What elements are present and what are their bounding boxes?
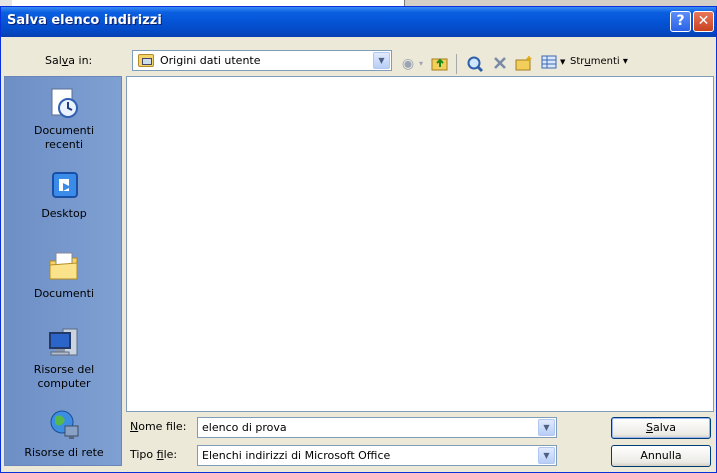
search-web-icon[interactable] (466, 55, 484, 73)
filename-value: elenco di prova (202, 421, 287, 434)
save-in-label: Salva in: (45, 54, 93, 67)
filename-label: Nome file: (130, 420, 187, 433)
new-folder-icon[interactable] (515, 55, 533, 73)
cancel-button[interactable]: Annulla (611, 445, 711, 467)
views-icon[interactable] (540, 55, 558, 73)
tools-menu[interactable]: Strumenti ▾ (570, 56, 628, 67)
up-folder-icon[interactable] (431, 55, 449, 73)
place-label: Risorse del computer (33, 363, 95, 390)
my-documents-icon (47, 249, 81, 283)
place-label: Documenti (33, 287, 95, 300)
recent-documents-icon (47, 86, 81, 120)
toolbar-separator (456, 54, 457, 74)
place-my-documents[interactable]: Documenti (5, 249, 123, 301)
save-in-combo[interactable]: Origini dati utente ▼ (132, 50, 392, 71)
filetype-select[interactable]: Elenchi indirizzi di Microsoft Office ▼ (197, 445, 557, 466)
place-my-computer[interactable]: Risorse del computer (5, 325, 123, 391)
delete-icon[interactable] (491, 55, 509, 73)
places-bar: Documenti recenti Desktop Documenti Risor… (4, 76, 122, 466)
place-network[interactable]: Risorse di rete (5, 408, 123, 460)
save-in-value: Origini dati utente (160, 54, 261, 67)
place-label: Desktop (41, 207, 87, 220)
place-recent-documents[interactable]: Documenti recenti (5, 86, 123, 152)
place-label: Risorse di rete (24, 446, 104, 459)
save-button[interactable]: Salva (611, 417, 711, 439)
file-list[interactable] (126, 76, 714, 412)
tools-dropdown-icon: ▾ (622, 56, 628, 67)
chevron-down-icon[interactable]: ▼ (538, 447, 555, 464)
filetype-value: Elenchi indirizzi di Microsoft Office (202, 449, 391, 462)
back-arrow-icon[interactable]: ◉ (399, 55, 417, 73)
filename-input[interactable]: elenco di prova ▼ (197, 417, 557, 438)
save-dialog: Salva elenco indirizzi ? ✕ Salva in: Ori… (0, 6, 717, 473)
desktop-icon (47, 169, 81, 203)
chevron-down-icon[interactable]: ▼ (538, 419, 555, 436)
my-computer-icon (47, 325, 81, 359)
folder-icon (138, 54, 154, 67)
filetype-label: Tipo file: (130, 448, 178, 461)
help-button[interactable]: ? (670, 11, 691, 32)
chevron-down-icon[interactable]: ▼ (373, 52, 390, 69)
views-dropdown-icon[interactable]: ▼ (560, 58, 565, 66)
close-button[interactable]: ✕ (693, 11, 714, 32)
back-dropdown-icon[interactable]: ▾ (417, 55, 425, 73)
place-label: Documenti recenti (33, 124, 95, 151)
title-bar[interactable]: Salva elenco indirizzi ? ✕ (1, 7, 716, 37)
dialog-title: Salva elenco indirizzi (7, 13, 162, 28)
place-desktop[interactable]: Desktop (5, 169, 123, 221)
network-icon (47, 408, 81, 442)
